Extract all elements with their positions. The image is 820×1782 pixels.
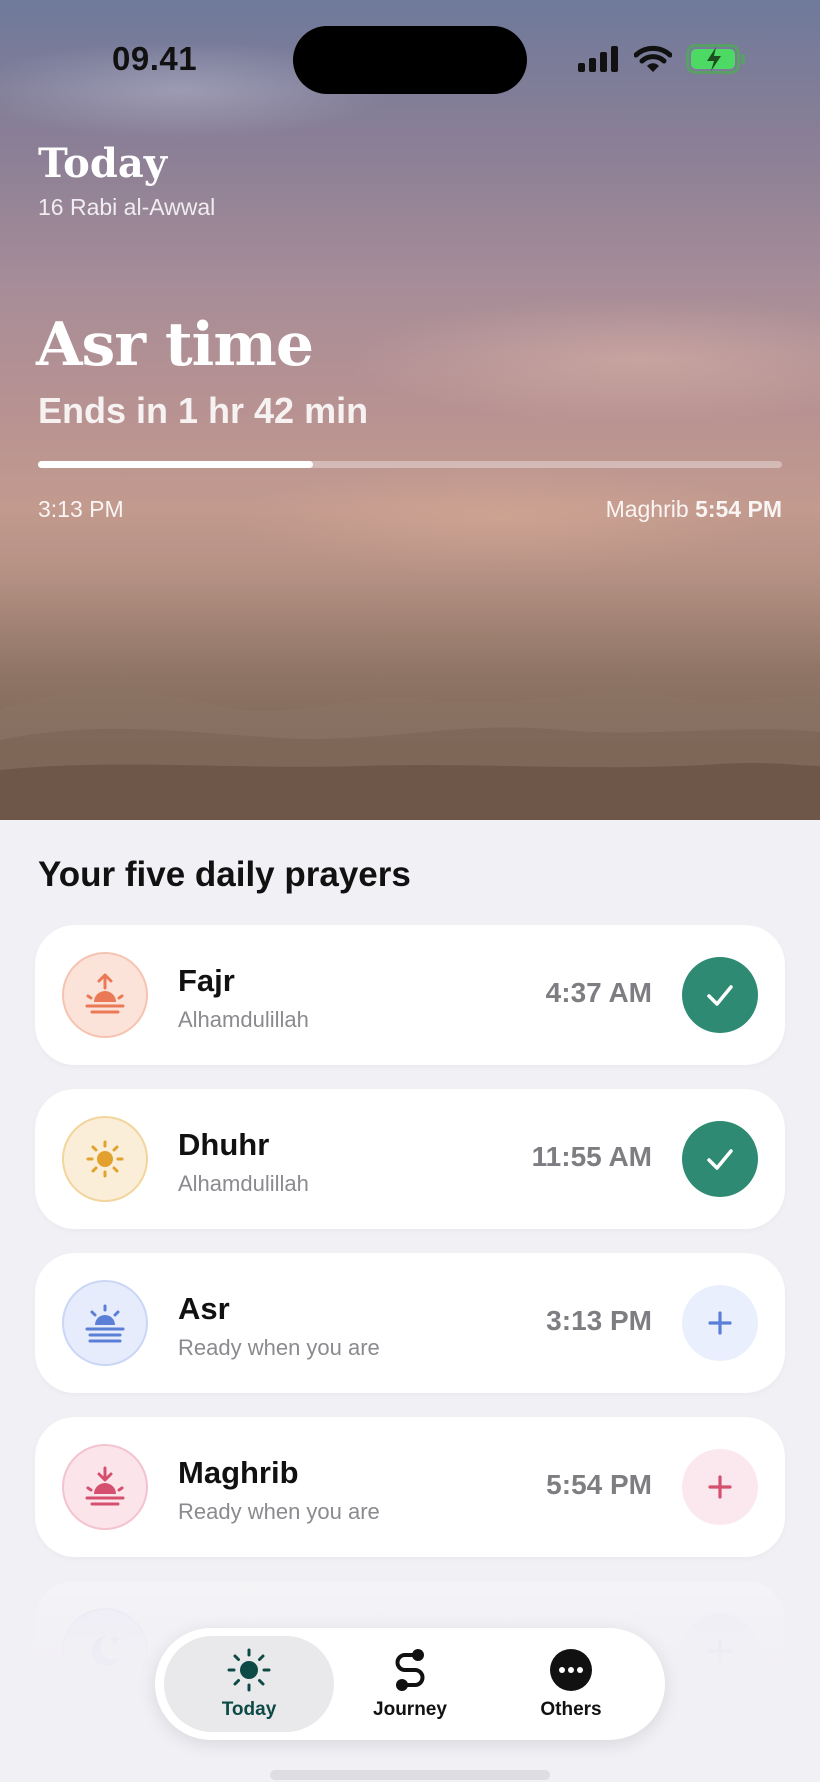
sunrise-icon — [85, 973, 125, 1014]
afternoon-sun-icon — [85, 1304, 125, 1343]
prayer-name: Maghrib — [178, 1455, 299, 1490]
prayer-time: 4:37 AM — [545, 977, 652, 1008]
progress-start-time: 3:13 PM — [38, 496, 124, 522]
prayer-card-fajr[interactable]: Fajr Alhamdulillah 4:37 AM — [35, 925, 785, 1065]
hero-banner: 09.41 Today 16 Rabi al-Awwal Asr time En… — [0, 0, 820, 820]
sun-icon — [86, 1140, 124, 1178]
prayer-time: 11:55 AM — [531, 1141, 652, 1172]
tab-others[interactable]: Others — [486, 1636, 656, 1732]
prayer-card-maghrib[interactable]: Maghrib Ready when you are 5:54 PM — [35, 1417, 785, 1557]
status-icons — [578, 44, 746, 74]
dynamic-island — [293, 26, 527, 94]
prayer-icon-wrap — [62, 952, 148, 1038]
prayer-status: Ready when you are — [178, 1499, 380, 1524]
prayer-icon-wrap — [62, 1280, 148, 1366]
tab-label: Others — [540, 1699, 602, 1720]
prayer-card-dhuhr[interactable]: Dhuhr Alhamdulillah 11:55 AM — [35, 1089, 785, 1229]
tab-today[interactable]: Today — [164, 1636, 334, 1732]
mark-prayed-button[interactable] — [682, 1285, 758, 1361]
prayer-status: Alhamdulillah — [178, 1171, 309, 1196]
prayer-time: 3:13 PM — [546, 1305, 652, 1336]
plus-icon — [708, 1311, 732, 1335]
prayer-name: Fajr — [178, 963, 235, 998]
more-icon — [550, 1649, 592, 1691]
tab-bar: Today Journey Others — [155, 1628, 665, 1740]
prayer-icon-wrap — [62, 1444, 148, 1530]
prayer-time: 5:54 PM — [546, 1469, 652, 1500]
tab-label: Today — [221, 1699, 277, 1720]
prayer-card-asr[interactable]: Asr Ready when you are 3:13 PM — [35, 1253, 785, 1393]
cellular-signal-icon — [578, 46, 618, 72]
page-title: Today — [38, 140, 167, 187]
path-icon — [395, 1649, 425, 1691]
tab-journey[interactable]: Journey — [325, 1636, 495, 1732]
checkmark-icon — [707, 985, 733, 1006]
sun-icon — [227, 1648, 271, 1692]
prayer-status: Ready when you are — [178, 1335, 380, 1360]
section-title: Your five daily prayers — [38, 855, 411, 894]
home-indicator — [270, 1770, 550, 1780]
sunset-icon — [85, 1466, 125, 1506]
battery-charging-icon — [686, 44, 745, 74]
prayer-progress-bar — [38, 461, 782, 468]
prayer-name: Dhuhr — [178, 1127, 270, 1162]
status-time: 09.41 — [112, 40, 198, 77]
mark-prayed-button[interactable] — [682, 1449, 758, 1525]
prayed-check-button[interactable] — [682, 957, 758, 1033]
checkmark-icon — [707, 1149, 733, 1170]
landscape-illustration — [0, 690, 820, 820]
next-prayer: Maghrib 5:54 PM — [606, 496, 782, 523]
next-prayer-time: 5:54 PM — [695, 496, 782, 522]
tab-label: Journey — [373, 1699, 447, 1720]
prayed-check-button[interactable] — [682, 1121, 758, 1197]
prayer-icon-wrap — [62, 1116, 148, 1202]
time-remaining: Ends in 1 hr 42 min — [38, 390, 369, 431]
current-prayer-title: Asr time — [36, 310, 314, 380]
plus-icon — [708, 1475, 732, 1499]
prayer-name: Asr — [178, 1291, 230, 1326]
prayer-status: Alhamdulillah — [178, 1007, 309, 1032]
wifi-icon — [634, 45, 672, 72]
hijri-date: 16 Rabi al-Awwal — [38, 194, 216, 220]
next-prayer-label: Maghrib — [605, 496, 689, 522]
prayer-progress-fill — [38, 461, 314, 468]
